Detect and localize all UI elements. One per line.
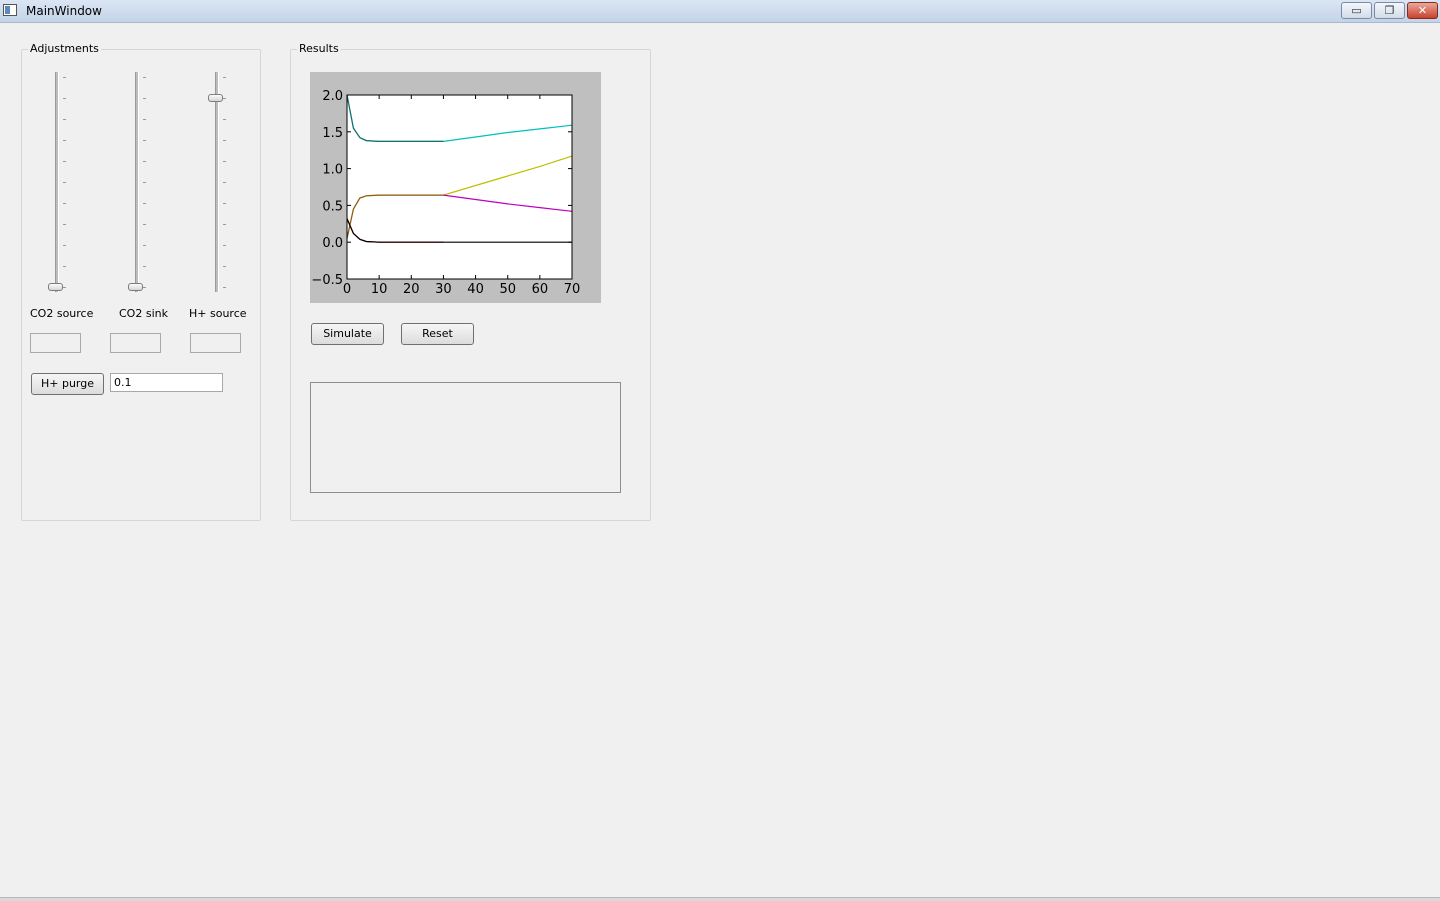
title-bar[interactable]: MainWindow ▭ ❐ ✕	[0, 0, 1440, 23]
slider-tick	[223, 266, 226, 267]
slider-tick	[223, 161, 226, 162]
window-title: MainWindow	[26, 4, 102, 18]
slider-handle[interactable]	[208, 94, 223, 102]
restore-button[interactable]: ❐	[1374, 2, 1405, 19]
slider-tick	[63, 224, 66, 225]
slider-groove	[55, 72, 59, 292]
slider-tick	[63, 203, 66, 204]
y-tick-label: 2.0	[322, 89, 343, 104]
x-tick-label: 10	[371, 282, 388, 297]
slider-tick	[63, 245, 66, 246]
slider-tick	[143, 287, 146, 288]
slider-tick	[223, 224, 226, 225]
x-tick-label: 70	[564, 282, 581, 297]
plot-canvas: 0 10 20 30 40 50 60 70 −0.5 0.0 0.5 1.0 1.5 2.0	[310, 72, 601, 303]
close-button[interactable]: ✕	[1407, 2, 1438, 19]
x-tick-label: 50	[499, 282, 516, 297]
slider-tick	[63, 182, 66, 183]
h-purge-button[interactable]: H+ purge	[31, 373, 104, 395]
slider-tick	[143, 203, 146, 204]
slider-tick	[223, 245, 226, 246]
slider-tick	[143, 266, 146, 267]
slider-tick	[223, 203, 226, 204]
simulation-plot: 0 10 20 30 40 50 60 70 −0.5 0.0 0.5 1.0 1.5 2.0	[311, 89, 581, 297]
y-tick-label: 0.5	[322, 199, 343, 214]
output-text-area[interactable]	[310, 382, 621, 493]
slider-tick	[143, 182, 146, 183]
screen-bottom-edge	[0, 897, 1440, 901]
co2-sink-value-field[interactable]	[110, 333, 161, 353]
slider-tick	[63, 287, 66, 288]
slider-tick	[223, 119, 226, 120]
h-purge-value-input[interactable]	[110, 373, 223, 392]
slider-tick	[223, 287, 226, 288]
co2-sink-label: CO2 sink	[119, 307, 168, 320]
x-tick-label: 30	[435, 282, 452, 297]
plot-area	[347, 95, 572, 279]
slider-tick	[63, 98, 66, 99]
x-tick-label: 0	[343, 282, 351, 297]
x-tick-label: 20	[403, 282, 420, 297]
slider-handle[interactable]	[48, 283, 63, 291]
slider-tick	[143, 98, 146, 99]
h-source-value-field[interactable]	[190, 333, 241, 353]
slider-tick	[223, 77, 226, 78]
slider-tick	[143, 119, 146, 120]
y-tick-label: 1.5	[322, 126, 343, 141]
minimize-button[interactable]: ▭	[1341, 2, 1372, 19]
slider-tick	[63, 77, 66, 78]
slider-tick	[63, 140, 66, 141]
slider-tick	[223, 182, 226, 183]
slider-tick	[143, 140, 146, 141]
h-source-label: H+ source	[189, 307, 247, 320]
app-icon	[3, 4, 17, 16]
slider-tick	[143, 77, 146, 78]
co2-source-label: CO2 source	[30, 307, 94, 320]
y-tick-label: 0.0	[322, 236, 343, 251]
x-tick-label: 40	[467, 282, 484, 297]
slider-tick	[143, 245, 146, 246]
slider-tick	[223, 98, 226, 99]
slider-groove	[135, 72, 139, 292]
y-tick-label: 1.0	[322, 163, 343, 178]
simulate-button[interactable]: Simulate	[311, 323, 384, 345]
y-tick-label: −0.5	[311, 273, 343, 288]
slider-groove	[215, 72, 219, 292]
co2-source-value-field[interactable]	[30, 333, 81, 353]
slider-tick	[63, 161, 66, 162]
slider-tick	[143, 224, 146, 225]
adjustments-group-title: Adjustments	[28, 42, 101, 55]
co2-source-slider[interactable]	[48, 72, 71, 294]
slider-tick	[143, 161, 146, 162]
slider-tick	[63, 266, 66, 267]
h-source-slider[interactable]	[208, 72, 231, 294]
reset-button[interactable]: Reset	[401, 323, 474, 345]
slider-handle[interactable]	[128, 283, 143, 291]
results-group-title: Results	[297, 42, 341, 55]
slider-tick	[63, 119, 66, 120]
x-tick-label: 60	[532, 282, 549, 297]
slider-tick	[223, 140, 226, 141]
co2-sink-slider[interactable]	[128, 72, 151, 294]
